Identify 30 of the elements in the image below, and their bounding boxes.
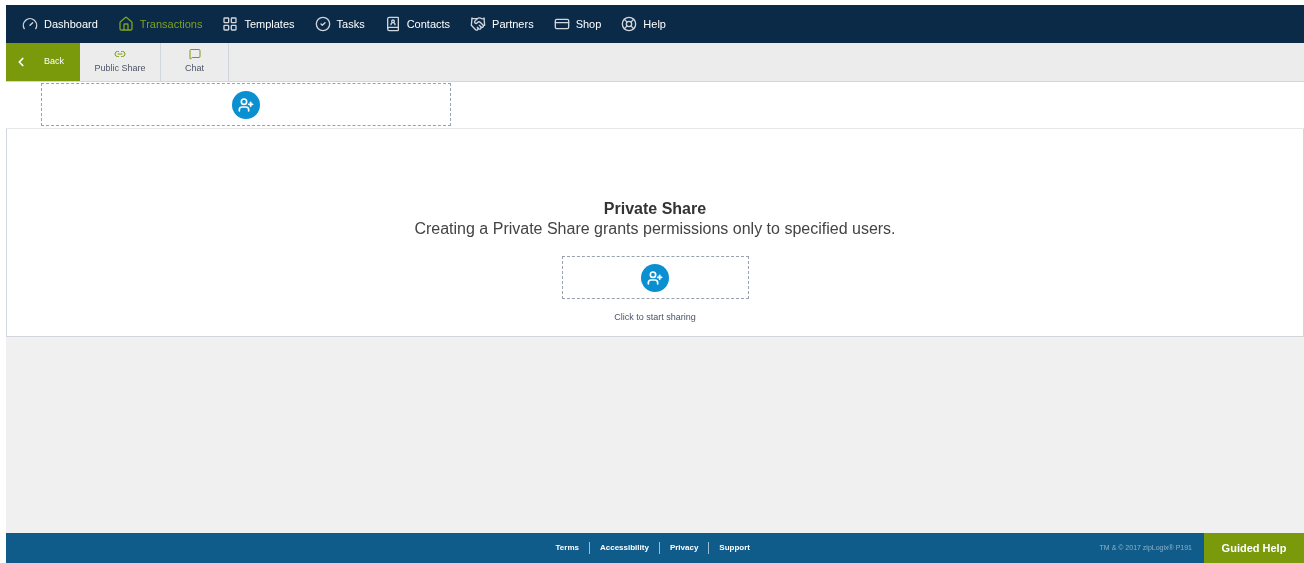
panel-title: Private Share <box>603 199 707 219</box>
nav-link[interactable]: Help <box>621 15 666 33</box>
check-circle-icon <box>314 16 331 32</box>
add-user-icon[interactable] <box>232 90 260 119</box>
footer-link[interactable]: Support <box>708 542 761 554</box>
footer-link[interactable]: Terms <box>545 542 589 554</box>
add-share-area[interactable] <box>41 83 451 126</box>
footer-link[interactable]: Accessibility <box>588 542 659 554</box>
contact-book-icon <box>384 16 401 32</box>
lifebuoy-icon <box>621 16 638 32</box>
nav-link[interactable]: Templates <box>222 15 295 33</box>
toolbar-button[interactable]: Public Share <box>80 43 161 81</box>
nav-link[interactable]: Shop <box>553 15 602 33</box>
nav-link[interactable]: Tasks <box>314 15 365 33</box>
grid-icon <box>222 16 239 32</box>
panel-description: Creating a Private Share grants permissions only to specified users. <box>414 219 896 239</box>
chat-icon <box>188 48 201 61</box>
start-sharing-hint: Click to start sharing <box>614 311 696 324</box>
start-sharing-area[interactable] <box>561 256 749 299</box>
footer-link[interactable]: Privacy <box>658 542 709 554</box>
credit-card-icon <box>553 16 570 32</box>
nav-link[interactable]: Partners <box>470 15 534 33</box>
nav-link[interactable]: Contacts <box>384 15 451 33</box>
toolbar-button[interactable]: Chat <box>161 43 229 81</box>
house-icon <box>117 16 134 32</box>
add-user-icon[interactable] <box>641 263 669 292</box>
handshake-icon <box>470 16 487 32</box>
gauge-icon <box>22 16 38 32</box>
nav-link[interactable]: Transactions <box>117 15 203 33</box>
nav-link[interactable]: Dashboard <box>22 15 98 33</box>
